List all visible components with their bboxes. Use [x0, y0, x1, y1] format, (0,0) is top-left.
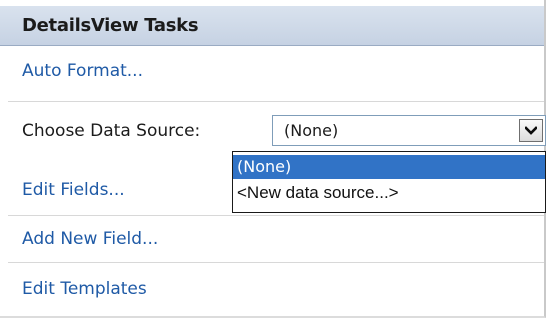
dropdown-option-none[interactable]: (None)	[233, 155, 545, 179]
edit-templates-link[interactable]: Edit Templates	[22, 279, 147, 299]
auto-format-link[interactable]: Auto Format...	[22, 61, 143, 81]
panel-title: DetailsView Tasks	[22, 15, 199, 36]
divider	[8, 262, 544, 263]
dropdown-option-new-data-source[interactable]: <New data source...>	[233, 181, 545, 205]
auto-format-row: Auto Format...	[8, 46, 544, 98]
data-source-dropdown-list: (None) <New data source...>	[232, 151, 546, 213]
data-source-select[interactable]: (None)	[272, 115, 546, 146]
add-new-field-link[interactable]: Add New Field...	[22, 229, 158, 249]
chevron-down-icon[interactable]	[519, 119, 543, 142]
panel-header: DetailsView Tasks	[0, 6, 544, 46]
choose-data-source-label: Choose Data Source:	[22, 121, 201, 141]
data-source-select-value: (None)	[284, 121, 339, 140]
divider	[8, 101, 544, 102]
divider	[8, 215, 544, 216]
smart-tag-panel: DetailsView Tasks Auto Format... Choose …	[0, 0, 546, 318]
edit-fields-link[interactable]: Edit Fields...	[22, 180, 125, 200]
